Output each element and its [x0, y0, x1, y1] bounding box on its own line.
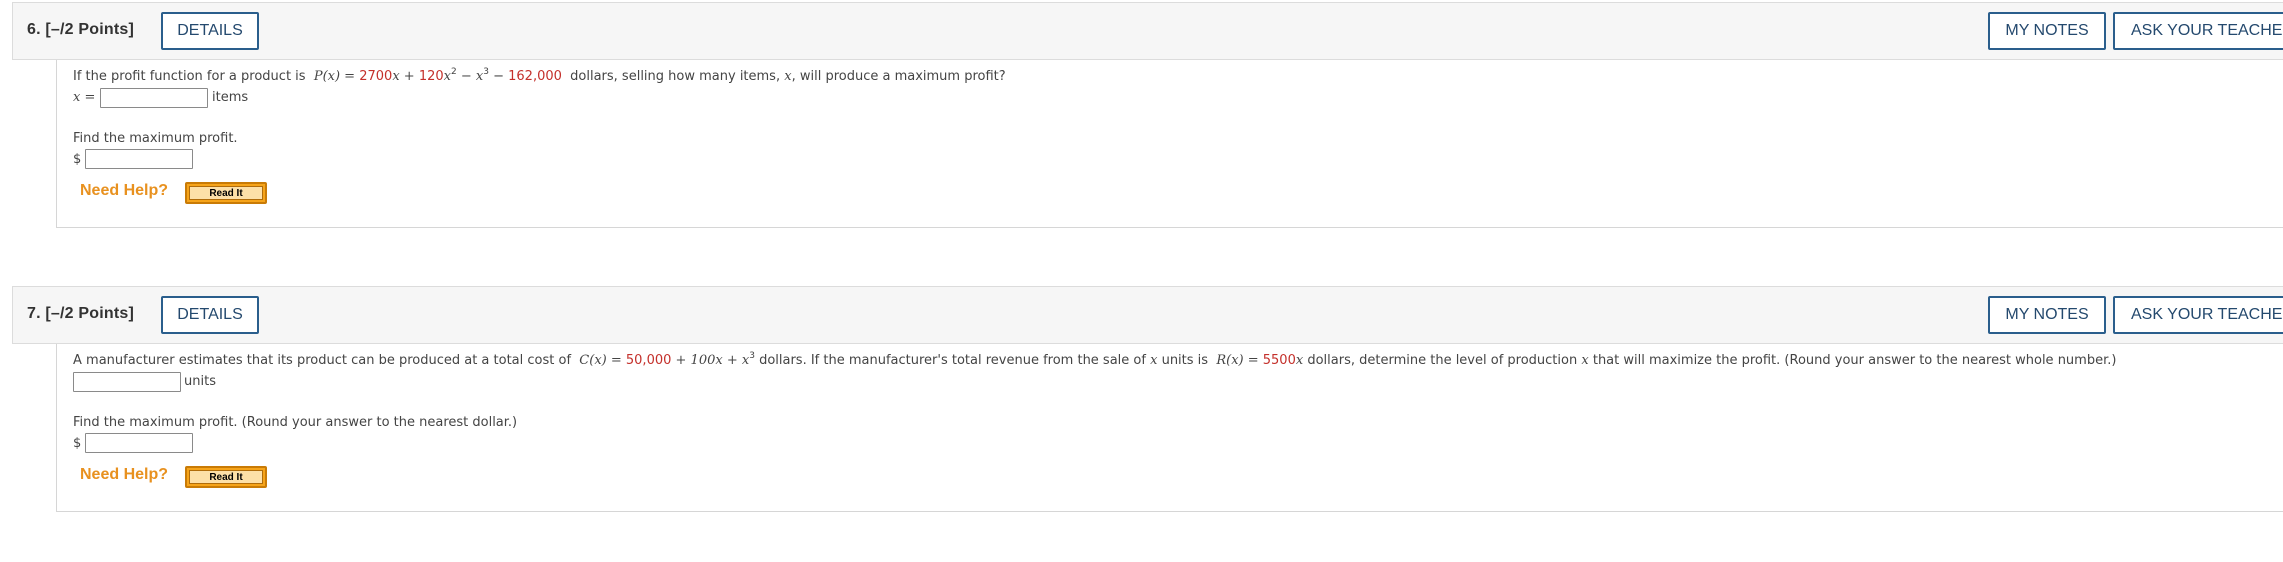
- read-it-label: Read It: [189, 470, 263, 484]
- question-prompt: A manufacturer estimates that its produc…: [73, 351, 2117, 369]
- need-help-label: Need Help?: [80, 182, 169, 199]
- answer-input-items[interactable]: [100, 88, 208, 108]
- question-body: If the profit function for a product is …: [56, 60, 2283, 228]
- my-notes-button[interactable]: MY NOTES: [1988, 296, 2106, 334]
- question-header: [12, 286, 2283, 344]
- answer1-unit: units: [184, 374, 216, 389]
- read-it-button[interactable]: Read It: [185, 466, 267, 488]
- need-help-label: Need Help?: [80, 466, 169, 483]
- details-button[interactable]: DETAILS: [161, 296, 259, 334]
- dollar-sign: $: [73, 436, 82, 451]
- question-body: A manufacturer estimates that its produc…: [56, 344, 2283, 512]
- answer-input-units[interactable]: [73, 372, 181, 392]
- my-notes-button[interactable]: MY NOTES: [1988, 12, 2106, 50]
- ask-your-teacher-button[interactable]: ASK YOUR TEACHER: [2113, 296, 2283, 334]
- answer1-prefix: x =: [73, 90, 96, 105]
- points-label: [–/2 Points]: [45, 21, 135, 38]
- points-label: [–/2 Points]: [45, 305, 135, 322]
- details-button[interactable]: DETAILS: [161, 12, 259, 50]
- question-number: 6. [–/2 Points]: [27, 21, 135, 38]
- question-header: [12, 2, 2283, 60]
- sub-prompt: Find the maximum profit.: [73, 131, 238, 146]
- answer-input-profit[interactable]: [85, 149, 193, 169]
- read-it-button[interactable]: Read It: [185, 182, 267, 204]
- dollar-sign: $: [73, 152, 82, 167]
- question-prompt: If the profit function for a product is …: [73, 67, 1006, 85]
- question-number: 7. [–/2 Points]: [27, 305, 135, 322]
- answer-input-profit[interactable]: [85, 433, 193, 453]
- ask-your-teacher-button[interactable]: ASK YOUR TEACHER: [2113, 12, 2283, 50]
- read-it-label: Read It: [189, 186, 263, 200]
- answer1-unit: items: [212, 90, 249, 105]
- sub-prompt: Find the maximum profit. (Round your ans…: [73, 415, 518, 430]
